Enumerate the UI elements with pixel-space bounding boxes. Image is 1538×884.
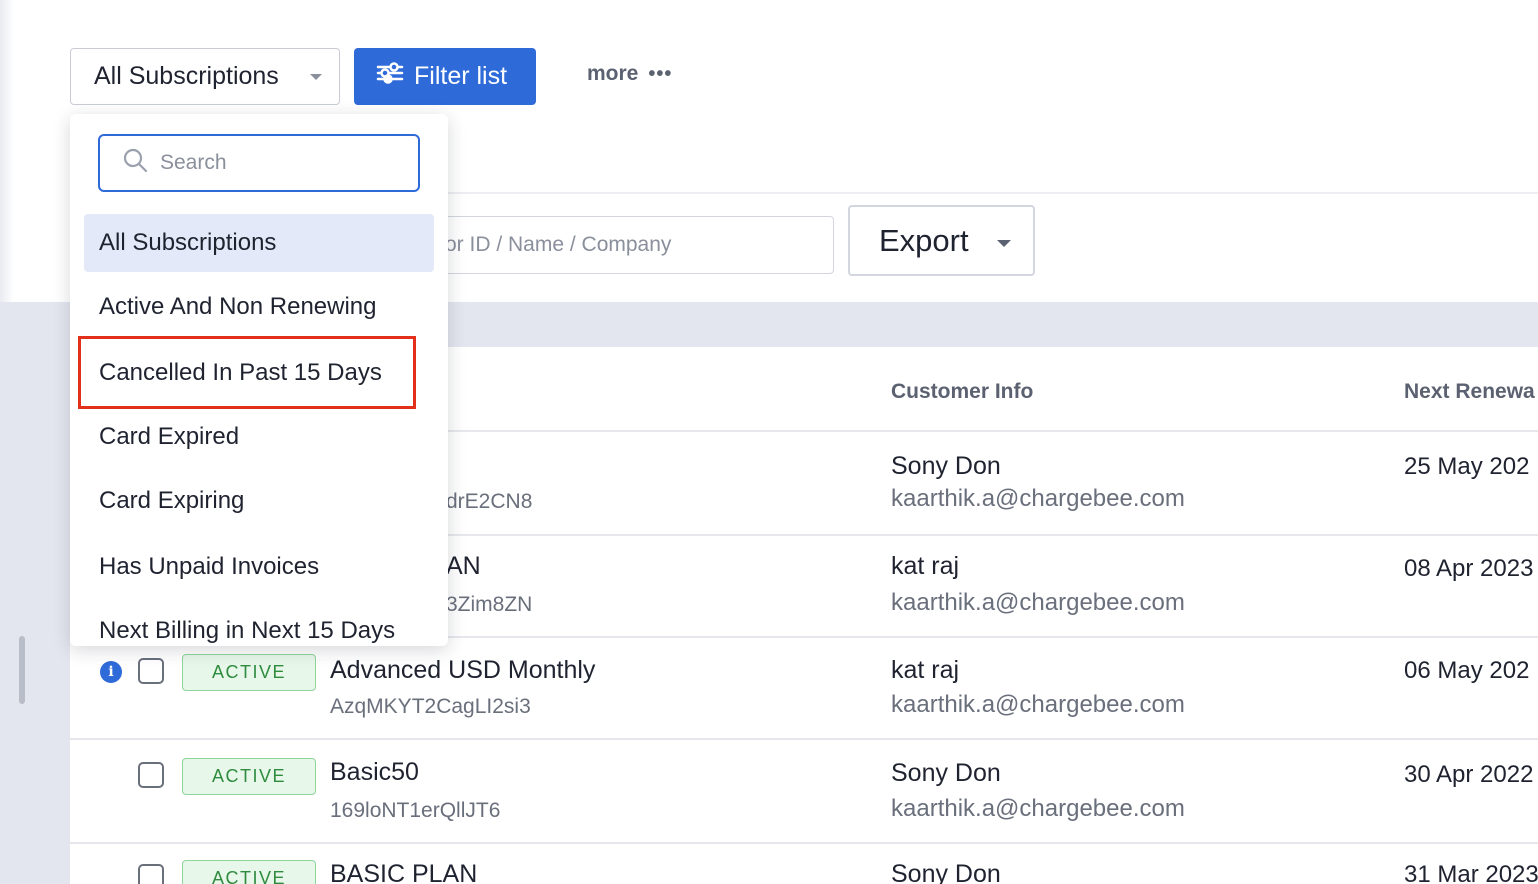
status-badge: ACTIVE [182,758,316,795]
customer-email: kaarthik.a@chargebee.com [891,485,1185,512]
customer-name[interactable]: Sony Don [891,452,1001,481]
status-badge: ACTIVE [182,860,316,884]
customer-email: kaarthik.a@chargebee.com [891,795,1185,822]
next-renewal-date: 30 Apr 2022 [1404,761,1534,788]
plan-id: drE2CN8 [446,490,533,513]
customer-name[interactable]: kat raj [891,656,959,685]
next-renewal-date: 06 May 202 [1404,657,1530,684]
row-checkbox[interactable] [138,864,164,884]
plan-name[interactable]: BASIC PLAN [330,860,477,884]
next-renewal-date: 25 May 202 [1404,453,1530,480]
dropdown-item-card-expiring[interactable]: Card Expiring [84,472,434,530]
row-divider [70,842,1538,844]
plan-id: AzqMKYT2CagLI2si3 [330,695,531,718]
plan-id: 3Zim8ZN [446,593,533,616]
ellipsis-icon: ••• [648,62,673,85]
dropdown-item-next-billing-in-next-15-days[interactable]: Next Billing in Next 15 Days [84,602,434,646]
customer-email: kaarthik.a@chargebee.com [891,589,1185,616]
info-icon[interactable]: i [100,661,122,683]
plan-name[interactable]: Basic50 [330,758,419,787]
search-input-placeholder: or ID / Name / Company [445,233,672,256]
row-checkbox[interactable] [138,762,164,788]
next-renewal-date: 31 Mar 2023 [1404,861,1538,884]
subscription-search-input[interactable]: or ID / Name / Company [440,216,834,274]
dropdown-search-placeholder: Search [160,151,227,174]
more-label: more [587,62,639,85]
column-header-next-renewal[interactable]: Next Renewa [1404,380,1535,404]
toolbar-divider [448,192,1538,194]
next-renewal-date: 08 Apr 2023 [1404,555,1534,582]
search-icon [122,147,148,179]
dropdown-item-cancelled-in-past-15-days[interactable]: Cancelled In Past 15 Days [84,344,434,402]
customer-email: kaarthik.a@chargebee.com [891,691,1185,718]
caret-down-icon [997,240,1011,247]
dropdown-item-all-subscriptions[interactable]: All Subscriptions [84,214,434,272]
filter-list-button[interactable]: Filter list [354,48,536,105]
dropdown-item-active-and-non-renewing[interactable]: Active And Non Renewing [84,278,434,336]
dropdown-item-card-expired[interactable]: Card Expired [84,408,434,466]
column-header-customer-info[interactable]: Customer Info [891,380,1033,404]
subscriptions-filter-select[interactable]: All Subscriptions [70,48,340,105]
plan-name[interactable]: Advanced USD Monthly [330,656,595,685]
row-divider [70,738,1538,740]
export-button[interactable]: Export [848,205,1035,276]
export-label: Export [879,222,969,258]
dropdown-item-has-unpaid-invoices[interactable]: Has Unpaid Invoices [84,538,434,596]
dropdown-search-input[interactable]: Search [98,134,420,192]
status-badge: ACTIVE [182,654,316,691]
row-checkbox[interactable] [138,658,164,684]
customer-name[interactable]: kat raj [891,552,959,581]
filter-list-label: Filter list [414,62,508,90]
subscriptions-filter-dropdown: Search All Subscriptions Active And Non … [70,114,448,646]
more-menu-button[interactable]: more ••• [587,62,672,86]
plan-id: 169loNT1erQllJT6 [330,799,501,822]
customer-name[interactable]: Sony Don [891,860,1001,884]
caret-down-icon [310,74,322,80]
customer-name[interactable]: Sony Don [891,759,1001,788]
subscriptions-select-value: All Subscriptions [94,62,279,90]
sliders-icon [376,61,404,92]
plan-name[interactable]: AN [446,552,481,581]
panel-resize-handle[interactable] [19,636,25,704]
